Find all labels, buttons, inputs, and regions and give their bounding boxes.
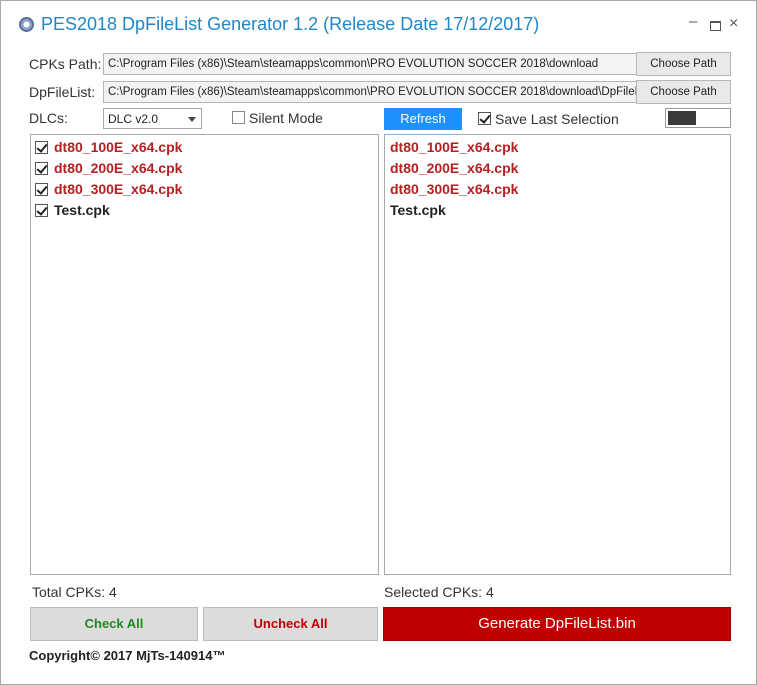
cpk-name: Test.cpk bbox=[54, 202, 110, 218]
close-button[interactable]: × bbox=[729, 15, 738, 33]
check-all-button[interactable]: Check All bbox=[30, 607, 198, 641]
window-title: PES2018 DpFileList Generator 1.2 (Releas… bbox=[41, 14, 540, 34]
item-checkbox[interactable] bbox=[35, 204, 48, 217]
silent-mode-label: Silent Mode bbox=[249, 110, 323, 126]
cpk-name: dt80_200E_x64.cpk bbox=[54, 160, 183, 176]
minimize-button[interactable]: – bbox=[689, 13, 697, 31]
cpks-path-label: CPKs Path: bbox=[29, 56, 102, 72]
item-checkbox[interactable] bbox=[35, 141, 48, 154]
item-checkbox[interactable] bbox=[35, 162, 48, 175]
generate-dpfilelist-button[interactable]: Generate DpFileList.bin bbox=[383, 607, 731, 641]
list-item[interactable]: dt80_200E_x64.cpk bbox=[385, 158, 730, 179]
selected-cpk-name: dt80_300E_x64.cpk bbox=[390, 181, 519, 197]
list-item[interactable]: dt80_200E_x64.cpk bbox=[31, 158, 378, 179]
item-checkbox[interactable] bbox=[35, 183, 48, 196]
total-cpks-count: Total CPKs: 4 bbox=[32, 584, 117, 600]
dlc-version-select[interactable]: DLC v2.0 bbox=[103, 108, 202, 129]
soccer-ball-icon bbox=[19, 17, 34, 32]
list-item[interactable]: Test.cpk bbox=[385, 200, 730, 221]
list-item[interactable]: dt80_100E_x64.cpk bbox=[385, 137, 730, 158]
refresh-button[interactable]: Refresh bbox=[384, 108, 462, 130]
cpk-name: dt80_300E_x64.cpk bbox=[54, 181, 183, 197]
title-bar: PES2018 DpFileList Generator 1.2 (Releas… bbox=[1, 1, 756, 47]
list-item[interactable]: dt80_300E_x64.cpk bbox=[385, 179, 730, 200]
cpk-checklist[interactable]: dt80_100E_x64.cpk dt80_200E_x64.cpk dt80… bbox=[30, 134, 379, 575]
selected-cpks-count: Selected CPKs: 4 bbox=[384, 584, 494, 600]
list-item[interactable]: dt80_300E_x64.cpk bbox=[31, 179, 378, 200]
uncheck-all-button[interactable]: Uncheck All bbox=[203, 607, 378, 641]
silent-mode-checkbox[interactable] bbox=[232, 111, 245, 124]
app-window: PES2018 DpFileList Generator 1.2 (Releas… bbox=[0, 0, 757, 685]
choose-cpks-path-button[interactable]: Choose Path bbox=[636, 52, 731, 76]
toggle-switch[interactable] bbox=[665, 108, 731, 128]
dlc-selected-value: DLC v2.0 bbox=[108, 112, 159, 126]
choose-dpfilelist-path-button[interactable]: Choose Path bbox=[636, 80, 731, 104]
dpfilelist-label: DpFileList: bbox=[29, 84, 96, 100]
selected-cpk-name: dt80_200E_x64.cpk bbox=[390, 160, 519, 176]
maximize-button[interactable] bbox=[710, 21, 721, 31]
cpk-name: dt80_100E_x64.cpk bbox=[54, 139, 183, 155]
dlcs-label: DLCs: bbox=[29, 110, 68, 126]
selected-cpk-list[interactable]: dt80_100E_x64.cpk dt80_200E_x64.cpk dt80… bbox=[384, 134, 731, 575]
list-item[interactable]: dt80_100E_x64.cpk bbox=[31, 137, 378, 158]
list-item[interactable]: Test.cpk bbox=[31, 200, 378, 221]
copyright-text: Copyright© 2017 MjTs-140914™ bbox=[29, 648, 226, 663]
selected-cpk-name: Test.cpk bbox=[390, 202, 446, 218]
dpfilelist-path-field[interactable]: C:\Program Files (x86)\Steam\steamapps\c… bbox=[103, 81, 637, 103]
selected-cpk-name: dt80_100E_x64.cpk bbox=[390, 139, 519, 155]
toggle-knob bbox=[668, 111, 696, 125]
chevron-down-icon bbox=[188, 117, 196, 122]
save-last-selection-checkbox[interactable] bbox=[478, 112, 491, 125]
cpks-path-field[interactable]: C:\Program Files (x86)\Steam\steamapps\c… bbox=[103, 53, 637, 75]
save-last-selection-label: Save Last Selection bbox=[495, 111, 619, 127]
